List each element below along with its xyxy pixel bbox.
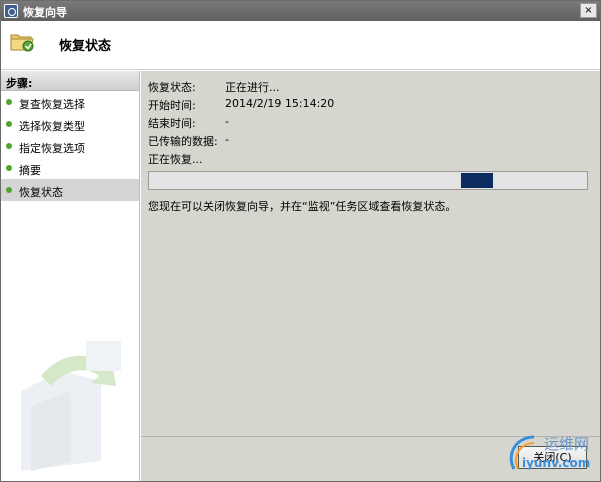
data-transferred-value: - <box>225 133 229 146</box>
close-button[interactable]: 关闭(C) <box>518 446 587 469</box>
progress-label: 正在恢复... <box>148 153 203 166</box>
step-label: 指定恢复选项 <box>19 142 85 155</box>
status-value: 正在进行... <box>225 81 280 94</box>
info-message: 您现在可以关闭恢复向导，并在“监视”任务区域查看恢复状态。 <box>148 200 457 213</box>
data-transferred-label: 已传输的数据: <box>148 135 218 148</box>
step-item-options[interactable]: 指定恢复选项 <box>1 135 139 157</box>
step-item-type[interactable]: 选择恢复类型 <box>1 113 139 135</box>
title-bar[interactable]: 恢复向导 × <box>1 1 600 21</box>
step-bullet-icon <box>6 99 12 105</box>
folder-restore-icon <box>9 29 35 53</box>
start-time-value: 2014/2/19 15:14:20 <box>225 97 335 110</box>
steps-sidebar: 步骤: 复查恢复选择 选择恢复类型 指定恢复选项 摘要 恢复状态 <box>1 71 140 481</box>
step-bullet-icon <box>6 143 12 149</box>
step-label: 复查恢复选择 <box>19 98 85 111</box>
app-icon <box>4 4 18 18</box>
step-item-status[interactable]: 恢复状态 <box>1 179 139 201</box>
status-label: 恢复状态: <box>148 81 196 94</box>
end-time-label: 结束时间: <box>148 117 196 130</box>
step-item-review[interactable]: 复查恢复选择 <box>1 91 139 113</box>
step-label: 选择恢复类型 <box>19 120 85 133</box>
start-time-label: 开始时间: <box>148 99 196 112</box>
step-item-summary[interactable]: 摘要 <box>1 157 139 179</box>
window-title: 恢复向导 <box>23 6 67 19</box>
end-time-value: - <box>225 115 229 128</box>
step-bullet-icon <box>6 165 12 171</box>
step-label: 恢复状态 <box>19 186 63 199</box>
step-bullet-icon <box>6 187 12 193</box>
steps-list: 复查恢复选择 选择恢复类型 指定恢复选项 摘要 恢复状态 <box>1 91 139 201</box>
steps-heading: 步骤: <box>1 71 139 91</box>
step-bullet-icon <box>6 121 12 127</box>
wizard-header: 恢复状态 <box>1 21 600 70</box>
restore-wizard-window: 恢复向导 × 恢复状态 步骤: 复查恢复选择 选择恢复类型 指定恢复选项 摘要 … <box>0 0 601 482</box>
footer-divider <box>141 436 600 437</box>
page-title: 恢复状态 <box>59 39 112 54</box>
restore-progress-bar <box>148 171 588 190</box>
progress-marquee-chunk <box>461 173 493 188</box>
step-label: 摘要 <box>19 164 41 177</box>
backup-watermark-icon <box>1 321 139 481</box>
window-close-button[interactable]: × <box>580 3 597 18</box>
status-panel: 恢复状态: 正在进行... 开始时间: 2014/2/19 15:14:20 结… <box>141 71 600 481</box>
